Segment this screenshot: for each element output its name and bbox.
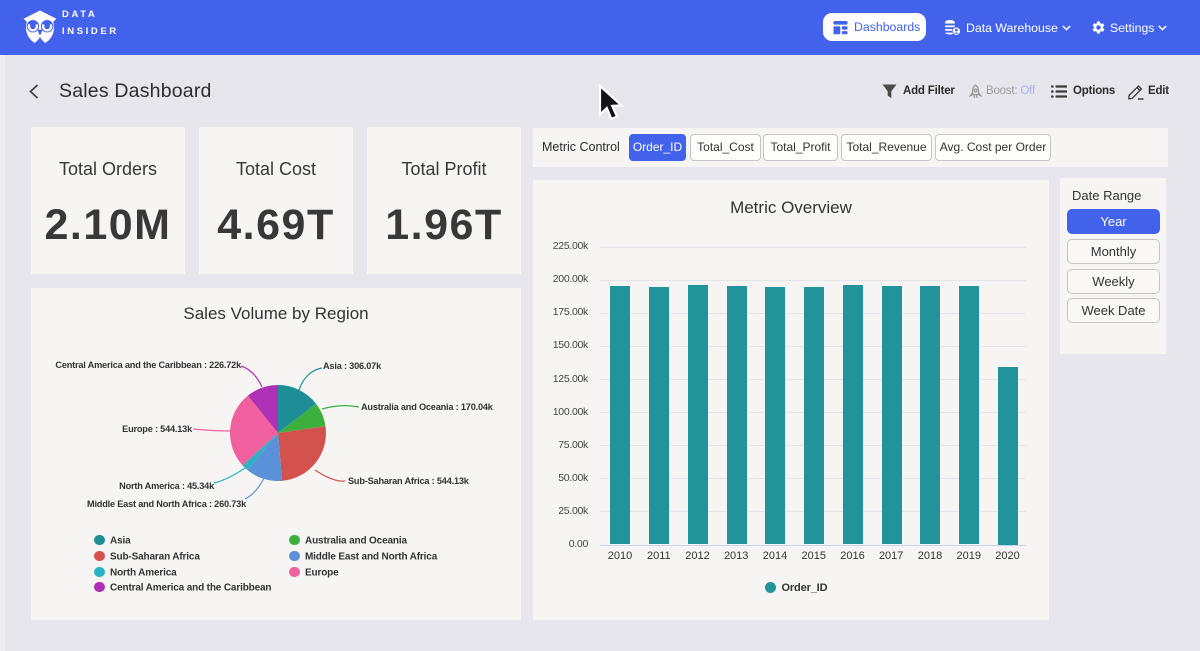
svg-text:Asia : 306.07k: Asia : 306.07k xyxy=(323,361,382,371)
svg-text:Europe : 544.13k: Europe : 544.13k xyxy=(122,424,193,434)
svg-text:North America : 45.34k: North America : 45.34k xyxy=(119,481,215,491)
svg-text:Middle East and North Africa :: Middle East and North Africa : 260.73k xyxy=(87,499,247,509)
svg-text:Central America and the Caribb: Central America and the Caribbean : 226.… xyxy=(55,360,242,370)
svg-text:Australia and Oceania : 170.04: Australia and Oceania : 170.04k xyxy=(361,402,494,412)
svg-text:Sub-Saharan Africa : 544.13k: Sub-Saharan Africa : 544.13k xyxy=(348,476,470,486)
